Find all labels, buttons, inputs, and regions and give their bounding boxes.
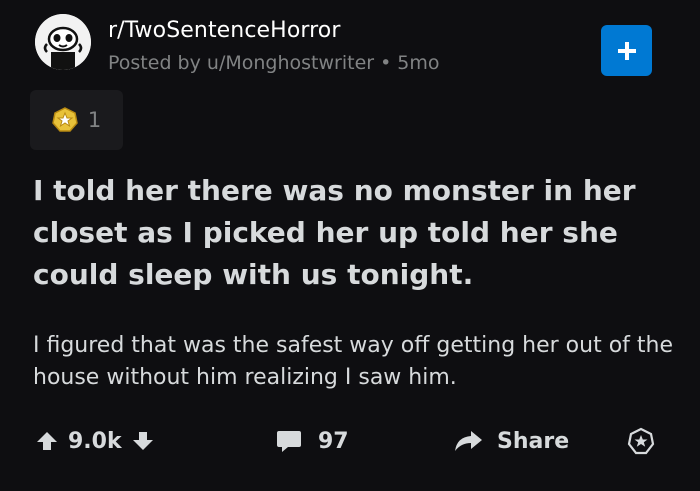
share-arrow-icon [455, 431, 482, 451]
post-age: 5mo [397, 52, 440, 74]
award-outline-icon [627, 427, 655, 455]
meta-separator: • [380, 52, 392, 74]
ghost-avatar-icon [35, 14, 91, 70]
share-button[interactable]: Share [453, 420, 569, 462]
subreddit-avatar[interactable] [35, 14, 91, 70]
comments-button[interactable]: 97 [276, 420, 349, 462]
share-label: Share [497, 428, 570, 454]
posted-by-label: Posted by [108, 52, 201, 74]
award-icon [52, 107, 78, 132]
author-link[interactable]: u/Monghostwriter [207, 52, 374, 74]
post-meta: Posted by u/Monghostwriter • 5mo [108, 52, 440, 74]
plus-icon [617, 41, 636, 60]
vote-score: 9.0k [68, 428, 122, 454]
post-body: I figured that was the safest way off ge… [33, 333, 674, 390]
action-bar: 9.0k 97 Share [0, 420, 700, 462]
post-header: r/TwoSentenceHorror Posted by u/Monghost… [35, 14, 652, 76]
comment-count: 97 [318, 428, 349, 454]
upvote-arrow-icon[interactable] [36, 430, 58, 452]
post-title: I told her there was no monster in her c… [33, 174, 636, 291]
awards-chip[interactable]: 1 [30, 90, 123, 150]
comment-bubble-icon [277, 431, 301, 452]
award-count: 1 [87, 108, 102, 132]
vote-controls: 9.0k [36, 420, 154, 462]
subreddit-name[interactable]: r/TwoSentenceHorror [108, 18, 341, 43]
downvote-arrow-icon[interactable] [132, 430, 154, 452]
give-award-button[interactable] [627, 420, 655, 462]
join-button[interactable] [601, 25, 652, 76]
